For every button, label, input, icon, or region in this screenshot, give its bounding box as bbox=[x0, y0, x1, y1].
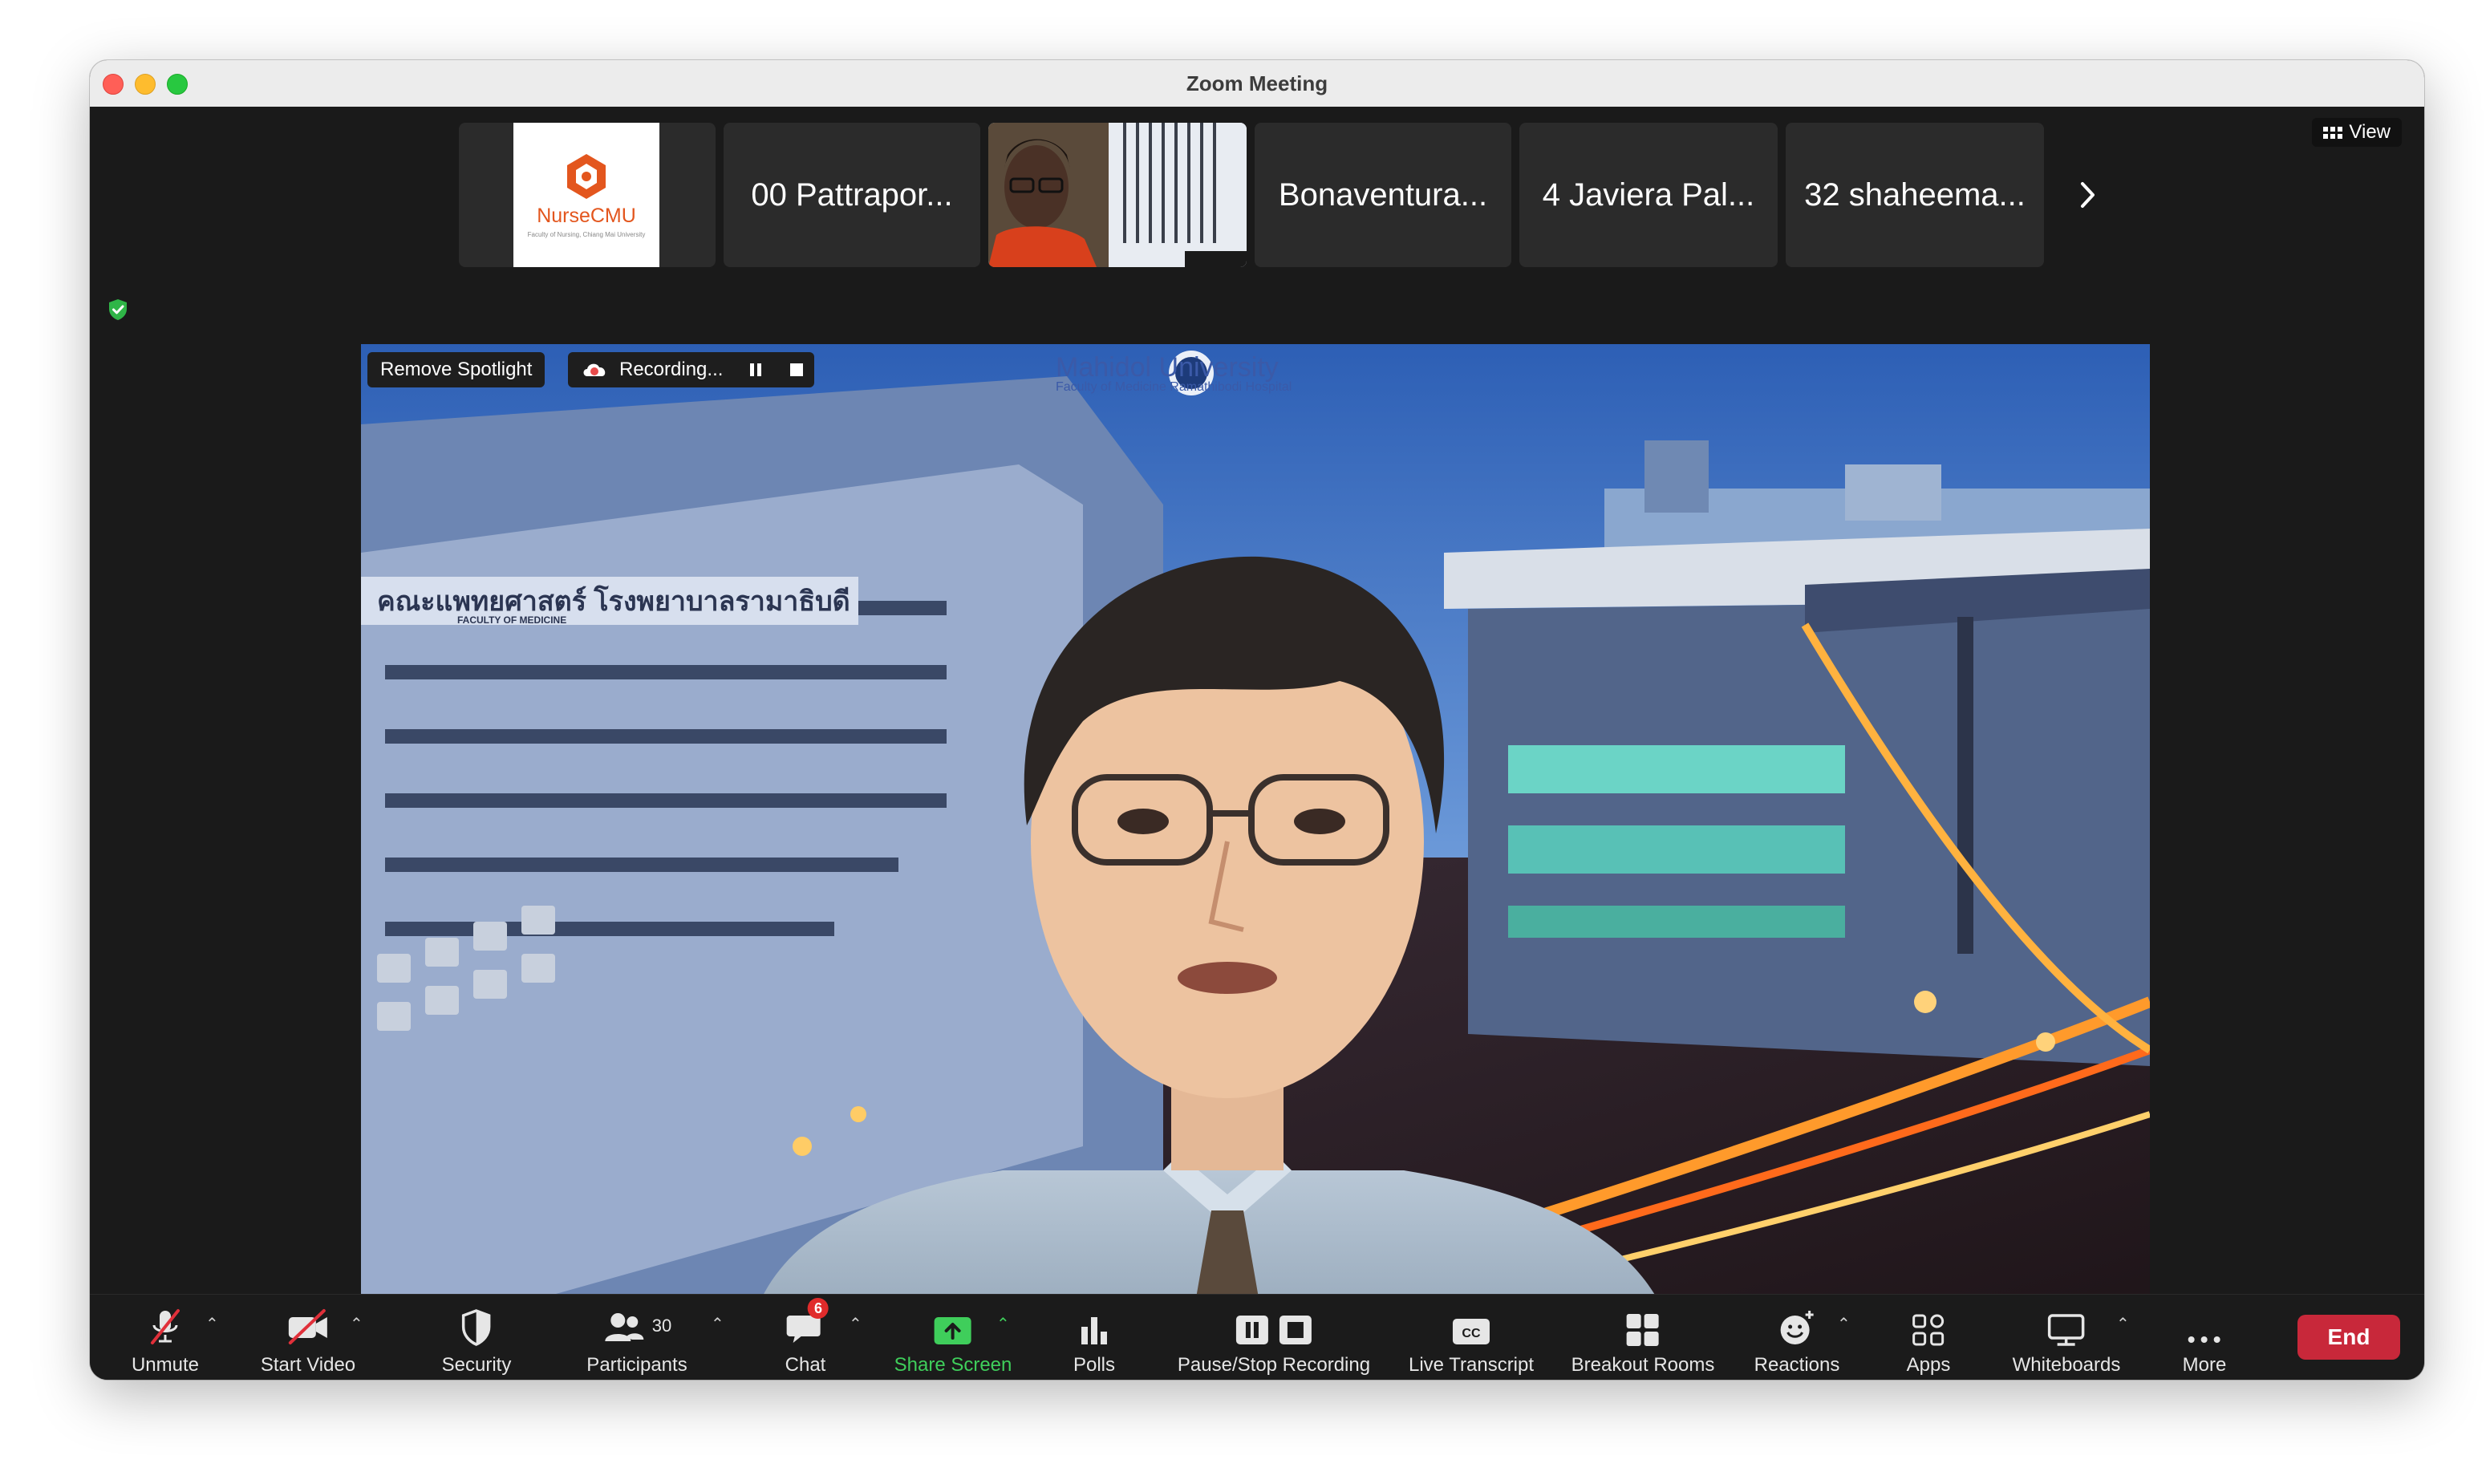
pause-recording-button[interactable] bbox=[750, 363, 762, 376]
participant-tile[interactable]: 00 Pattrapor... bbox=[724, 123, 980, 267]
reactions-smiley-icon bbox=[1780, 1311, 1814, 1344]
share-screen-icon bbox=[934, 1317, 971, 1344]
more-ellipsis-icon bbox=[2188, 1336, 2220, 1343]
building-sign: คณะแพทยศาสตร์ โรงพยาบาลรามาธิบดี bbox=[377, 585, 850, 617]
logo-text: NurseCMU bbox=[537, 205, 636, 227]
audio-options-caret[interactable]: ⌃ bbox=[205, 1314, 219, 1334]
share-screen-button[interactable]: Share Screen bbox=[894, 1295, 1012, 1380]
more-button[interactable]: More bbox=[2182, 1295, 2227, 1380]
security-button[interactable]: Security bbox=[441, 1295, 512, 1380]
participant-tile[interactable]: Bonaventura... bbox=[1255, 123, 1511, 267]
spotlight-video[interactable]: คณะแพทยศาสตร์ โรงพยาบาลรามาธิบดี FACULTY… bbox=[361, 344, 2150, 1348]
reactions-options-caret[interactable]: ⌃ bbox=[1837, 1314, 1851, 1334]
strip-next-button[interactable] bbox=[2063, 171, 2111, 219]
participants-count: 30 bbox=[651, 1316, 672, 1336]
title-bar: Zoom Meeting bbox=[90, 60, 2424, 107]
polls-button[interactable]: Polls bbox=[1073, 1295, 1115, 1380]
window-title: Zoom Meeting bbox=[1186, 71, 1328, 95]
nursecmu-logo: NurseCMU Faculty of Nursing, Chiang Mai … bbox=[513, 123, 659, 267]
more-label: More bbox=[2182, 1354, 2227, 1376]
chat-label: Chat bbox=[785, 1354, 826, 1376]
breakout-rooms-icon bbox=[1627, 1314, 1659, 1346]
polls-label: Polls bbox=[1073, 1354, 1116, 1376]
cc-glyph: CC bbox=[1462, 1327, 1481, 1340]
stop-recording-button[interactable] bbox=[790, 363, 804, 376]
participant-tile[interactable]: 32 shaheema... bbox=[1786, 123, 2044, 267]
share-options-caret[interactable]: ⌃ bbox=[996, 1314, 1010, 1334]
video-camera-off-icon bbox=[289, 1309, 327, 1344]
live-transcript-button[interactable]: CC Live Transcript bbox=[1409, 1295, 1534, 1380]
recording-label: Recording... bbox=[619, 359, 724, 380]
pause-stop-recording-icon bbox=[1236, 1316, 1312, 1344]
participant-name: 4 Javiera Pal... bbox=[1542, 176, 1755, 213]
participant-video-tile[interactable] bbox=[988, 123, 1247, 267]
zoom-window: Zoom Meeting View NurseCMU Faculty of Nu… bbox=[90, 60, 2424, 1380]
participant-tile[interactable]: NurseCMU Faculty of Nursing, Chiang Mai … bbox=[459, 123, 716, 267]
breakout-rooms-button[interactable]: Breakout Rooms bbox=[1571, 1295, 1715, 1380]
video-options-caret[interactable]: ⌃ bbox=[350, 1314, 363, 1334]
pause-stop-recording-button[interactable]: Pause/Stop Recording bbox=[1178, 1295, 1370, 1380]
university-subtitle: Faculty of Medicine Ramathibodi Hospital bbox=[1056, 380, 1292, 394]
participant-name: 32 shaheema... bbox=[1804, 176, 2026, 213]
participants-options-caret[interactable]: ⌃ bbox=[711, 1314, 724, 1334]
participant-video bbox=[988, 123, 1247, 267]
shield-icon bbox=[462, 1309, 491, 1346]
security-label: Security bbox=[441, 1354, 512, 1376]
microphone-muted-icon bbox=[150, 1309, 180, 1344]
closed-caption-icon: CC bbox=[1453, 1319, 1490, 1344]
pause-stop-recording-label: Pause/Stop Recording bbox=[1177, 1354, 1371, 1376]
encryption-shield-icon[interactable] bbox=[106, 298, 130, 322]
hexagon-logo-icon bbox=[567, 154, 606, 199]
participant-name: 00 Pattrapor... bbox=[751, 176, 953, 213]
polls-chart-icon bbox=[1081, 1317, 1107, 1344]
live-transcript-label: Live Transcript bbox=[1408, 1354, 1535, 1376]
logo-subtext: Faculty of Nursing, Chiang Mai Universit… bbox=[527, 231, 646, 238]
apps-button[interactable]: Apps bbox=[1906, 1295, 1951, 1380]
university-name: Mahidol University bbox=[1056, 352, 1279, 383]
meeting-toolbar: Unmute ⌃ Start Video ⌃ Security 30 Parti… bbox=[90, 1294, 2424, 1380]
whiteboards-options-caret[interactable]: ⌃ bbox=[2116, 1314, 2130, 1334]
participant-tile[interactable]: 4 Javiera Pal... bbox=[1519, 123, 1778, 267]
chat-options-caret[interactable]: ⌃ bbox=[849, 1314, 862, 1334]
view-label: View bbox=[2349, 121, 2391, 143]
chat-unread-badge: 6 bbox=[807, 1298, 829, 1319]
whiteboard-icon bbox=[2048, 1314, 2085, 1346]
apps-icon bbox=[1912, 1314, 1945, 1346]
participants-icon bbox=[605, 1313, 644, 1341]
grid-view-icon bbox=[2323, 126, 2343, 139]
cloud-recording-icon bbox=[583, 363, 606, 376]
reactions-label: Reactions bbox=[1754, 1354, 1840, 1376]
whiteboards-label: Whiteboards bbox=[2012, 1354, 2121, 1376]
recording-indicator: Recording... bbox=[568, 352, 815, 387]
remove-spotlight-button[interactable]: Remove Spotlight bbox=[367, 352, 545, 387]
chat-button[interactable]: 6 Chat bbox=[785, 1295, 829, 1380]
view-button[interactable]: View bbox=[2312, 118, 2402, 147]
apps-label: Apps bbox=[1906, 1354, 1951, 1376]
unmute-label: Unmute bbox=[131, 1354, 200, 1376]
unmute-button[interactable]: Unmute bbox=[132, 1295, 199, 1380]
share-screen-label: Share Screen bbox=[894, 1354, 1012, 1376]
chevron-right-icon bbox=[2081, 182, 2095, 208]
participants-button[interactable]: 30 Participants bbox=[586, 1295, 687, 1380]
speaker-video-frame: คณะแพทยศาสตร์ โรงพยาบาลรามาธิบดี FACULTY… bbox=[361, 344, 2150, 1348]
meeting-stage: View NurseCMU Faculty of Nursing, Chiang… bbox=[90, 107, 2424, 1348]
participant-name: Bonaventura... bbox=[1278, 176, 1488, 213]
remove-spotlight-label: Remove Spotlight bbox=[380, 359, 533, 380]
reactions-button[interactable]: Reactions bbox=[1754, 1295, 1840, 1380]
participants-label: Participants bbox=[586, 1354, 687, 1376]
whiteboards-button[interactable]: Whiteboards bbox=[2012, 1295, 2121, 1380]
pause-icon bbox=[750, 363, 755, 376]
start-video-button[interactable]: Start Video bbox=[261, 1295, 355, 1380]
end-meeting-button[interactable]: End bbox=[2297, 1315, 2400, 1360]
breakout-rooms-label: Breakout Rooms bbox=[1571, 1354, 1715, 1376]
start-video-label: Start Video bbox=[260, 1354, 356, 1376]
building-sign-en: FACULTY OF MEDICINE bbox=[457, 614, 566, 626]
